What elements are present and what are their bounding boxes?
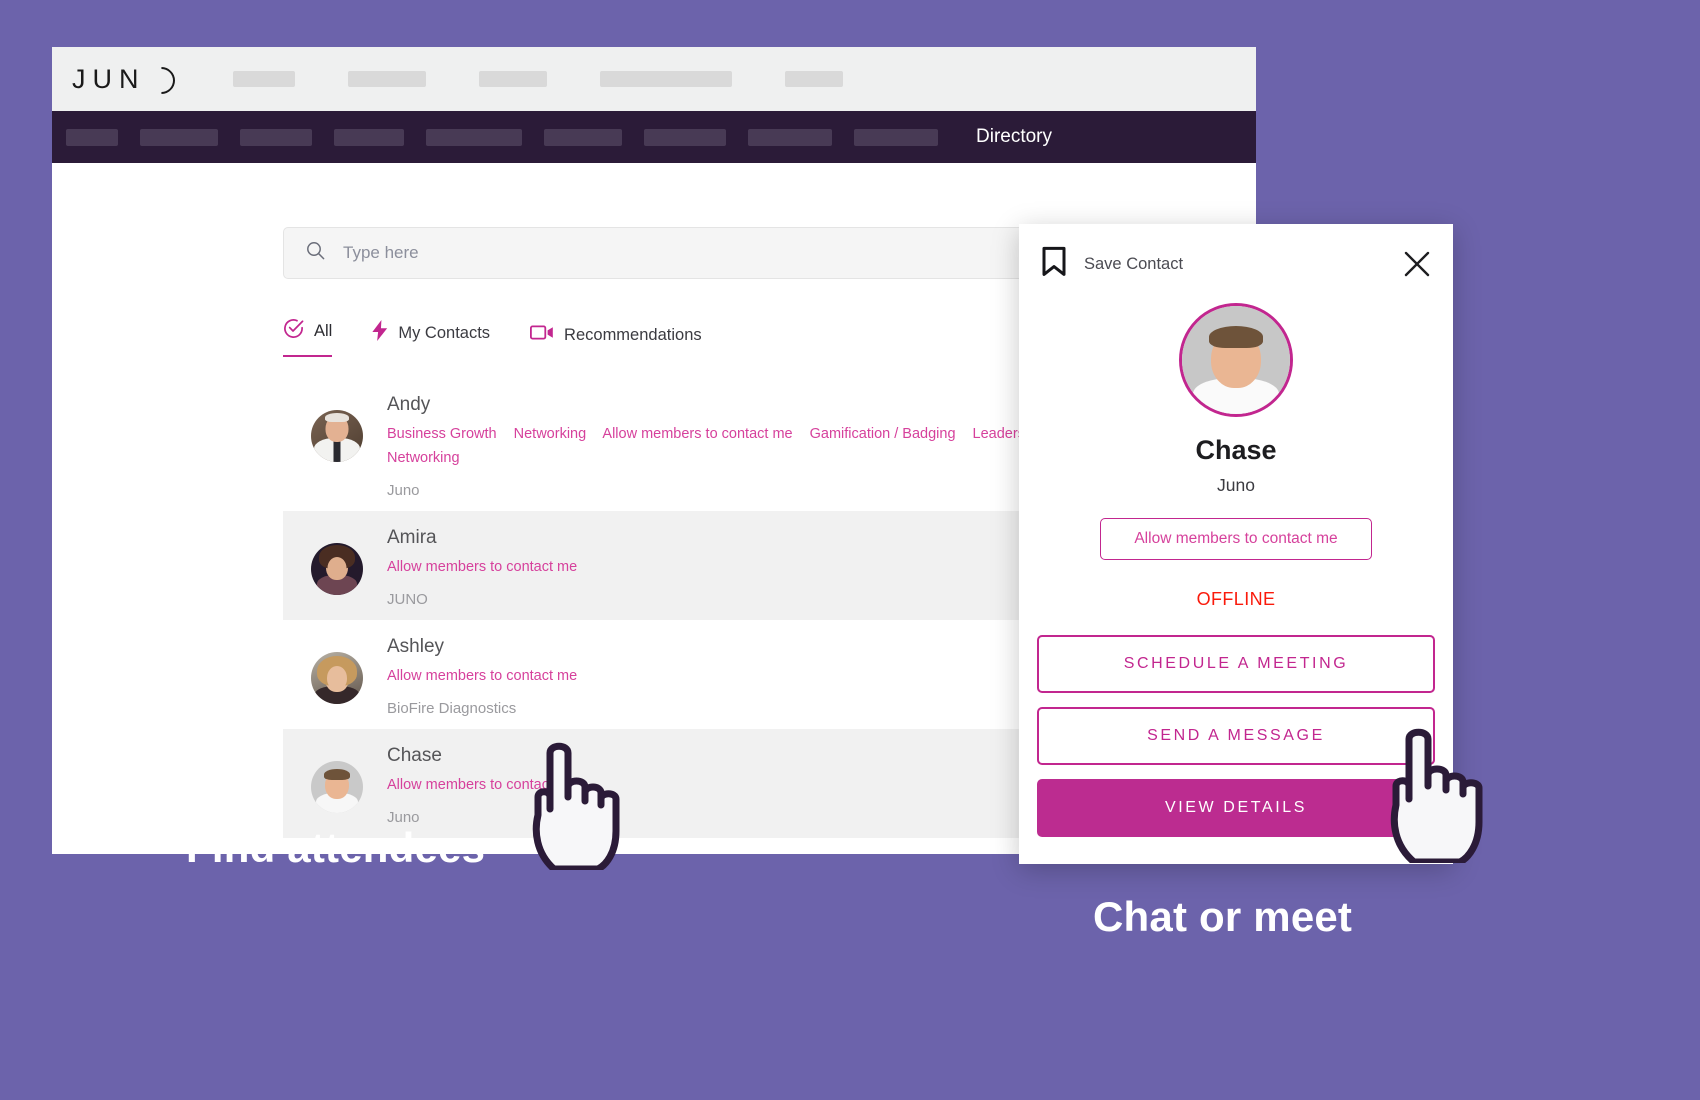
caption-chat-or-meet: Chat or meet xyxy=(1093,893,1353,940)
tab-recommendations-label: Recommendations xyxy=(564,325,702,344)
pointing-hand-cursor xyxy=(1378,723,1513,868)
attendee-tag[interactable]: Business Growth xyxy=(387,426,497,442)
save-contact-label: Save Contact xyxy=(1084,254,1184,273)
directory-tabs: All My Contacts Recommendations xyxy=(283,318,742,357)
juno-logo[interactable]: JUN xyxy=(72,60,181,100)
view-details-button[interactable]: VIEW DETAILS xyxy=(1037,779,1435,837)
tab-my-contacts[interactable]: My Contacts xyxy=(372,320,490,357)
avatar xyxy=(311,761,363,813)
contact-permission-badge: Allow members to contact me xyxy=(1100,518,1372,560)
attendee-tag[interactable]: Allow members to contact me xyxy=(387,559,577,575)
schedule-a-meeting-button[interactable]: SCHEDULE A MEETING xyxy=(1037,635,1435,693)
attendee-tag[interactable]: Networking xyxy=(387,450,460,466)
caption-find-attendees: Find attendees xyxy=(186,824,486,871)
lightning-bolt-icon xyxy=(372,320,388,346)
close-icon[interactable] xyxy=(1403,250,1431,278)
brand-nav-placeholder[interactable] xyxy=(784,71,843,87)
search-icon xyxy=(306,241,325,265)
main-nav-bar: Directory xyxy=(52,111,1256,163)
contact-name: Chase xyxy=(1195,435,1277,465)
avatar xyxy=(311,410,363,462)
contact-org: Juno xyxy=(1217,475,1255,495)
tab-all[interactable]: All xyxy=(283,318,333,357)
attendee-tags: Business Growth Networking Allow members… xyxy=(387,422,1067,470)
nav-item-placeholder[interactable] xyxy=(544,128,622,146)
brand-nav-placeholder[interactable] xyxy=(599,71,732,87)
nav-item-directory[interactable]: Directory xyxy=(976,126,1052,148)
pointing-hand-cursor xyxy=(528,735,643,875)
tab-all-label: All xyxy=(314,321,333,340)
brand-nav-placeholder[interactable] xyxy=(232,71,295,87)
brand-nav-placeholder[interactable] xyxy=(347,71,426,87)
nav-item-placeholder[interactable] xyxy=(240,128,312,146)
nav-item-placeholder[interactable] xyxy=(334,128,404,146)
nav-item-placeholder[interactable] xyxy=(748,128,832,146)
avatar xyxy=(311,543,363,595)
send-a-message-button[interactable]: SEND A MESSAGE xyxy=(1037,707,1435,765)
row-text: Andy Business Growth Networking Allow me… xyxy=(387,392,1067,499)
bookmark-icon[interactable] xyxy=(1041,246,1067,282)
search-input[interactable] xyxy=(341,242,1045,264)
attendee-name: Ashley xyxy=(387,636,445,657)
attendee-tag[interactable]: Allow members to contact me xyxy=(387,668,577,684)
tab-my-contacts-label: My Contacts xyxy=(398,323,491,342)
check-circle-icon xyxy=(283,318,304,344)
nav-item-placeholder[interactable] xyxy=(854,128,938,146)
row-text: Ashley Allow members to contact me BioFi… xyxy=(387,634,590,717)
tab-recommendations[interactable]: Recommendations xyxy=(530,324,702,357)
attendee-tag[interactable]: Allow members to contact me xyxy=(602,426,792,442)
card-header: Save Contact xyxy=(1019,224,1453,282)
attendee-tag[interactable]: Gamification / Badging xyxy=(810,426,956,442)
brand-bar: JUN xyxy=(52,47,1256,111)
attendee-org: JUNO xyxy=(387,591,428,608)
attendee-name: Andy xyxy=(387,394,431,415)
attendee-tags: Allow members to contact me xyxy=(387,664,590,688)
juno-logo-text: JUN xyxy=(72,63,146,94)
nav-item-placeholder[interactable] xyxy=(426,128,522,146)
avatar xyxy=(311,652,363,704)
nav-item-placeholder[interactable] xyxy=(140,128,218,146)
attendee-org: BioFire Diagnostics xyxy=(387,700,517,717)
brand-nav-placeholder[interactable] xyxy=(478,71,547,87)
attendee-org: Juno xyxy=(387,482,420,499)
nav-item-placeholder[interactable] xyxy=(66,128,118,146)
row-text: Amira Allow members to contact me JUNO xyxy=(387,525,590,608)
juno-open-o-logo-icon xyxy=(141,60,181,100)
attendee-name: Amira xyxy=(387,527,437,548)
nav-item-placeholder[interactable] xyxy=(644,128,726,146)
avatar xyxy=(1179,303,1293,417)
attendee-tags: Allow members to contact me xyxy=(387,555,590,579)
status-badge: OFFLINE xyxy=(1196,589,1276,609)
video-camera-icon xyxy=(530,324,554,346)
attendee-tag[interactable]: Networking xyxy=(514,426,587,442)
